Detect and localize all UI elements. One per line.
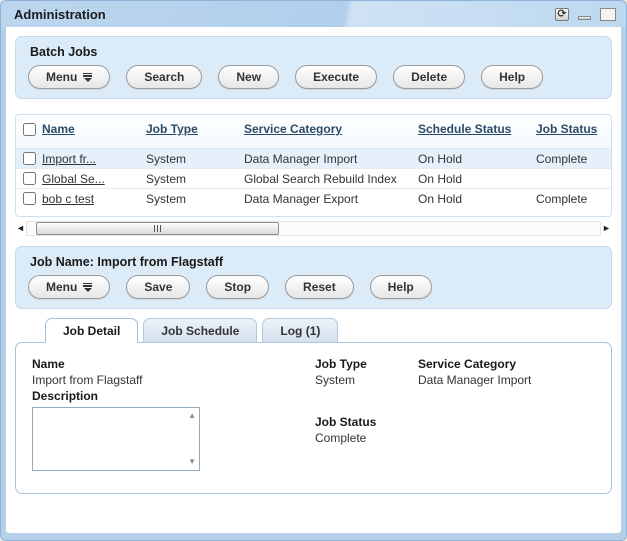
window-controls: ⟳ [555,8,616,21]
job-name-link[interactable]: Global Se... [42,172,105,186]
row-checkbox-cell [16,152,42,165]
job-name-link[interactable]: bob c test [42,192,94,206]
title-bar: Administration ⟳ [1,1,626,27]
job-type-value: System [315,372,418,388]
menu-dropdown-icon [83,283,92,292]
name-value: Import from Flagstaff [32,372,315,388]
scroll-right-arrow-icon[interactable]: ► [601,221,612,236]
service-category-value: Data Manager Import [418,372,595,388]
job-status-value: Complete [315,430,418,446]
batch-jobs-title: Batch Jobs [30,45,599,59]
job-status-cell: Complete [536,192,611,206]
horizontal-scrollbar: ◄ ► [15,221,612,236]
job-name-panel: Job Name: Import from Flagstaff Menu Sav… [15,246,612,309]
row-checkbox-cell [16,192,42,205]
job-status-label: Job Status [315,414,418,430]
tab-job-schedule[interactable]: Job Schedule [143,318,257,343]
scroll-up-arrow-icon[interactable]: ▲ [188,412,196,420]
job-detail-form: Name Import from Flagstaff Description ▲… [32,356,595,471]
help-button[interactable]: Help [481,65,543,89]
service-category-cell: Data Manager Export [244,192,418,206]
detail-tabs: Job Detail Job Schedule Log (1) [15,318,612,342]
service-category-label: Service Category [418,356,595,372]
tab-job-detail[interactable]: Job Detail [45,318,138,343]
menu-dropdown-icon [83,73,92,82]
window-content: Batch Jobs Menu Search New Execute Delet… [6,27,621,533]
name-label: Name [32,356,315,372]
administration-window: Administration ⟳ Batch Jobs Menu Search … [0,0,627,541]
schedule-status-cell: On Hold [418,152,536,166]
form-left-column: Name Import from Flagstaff Description ▲… [32,356,315,471]
new-button[interactable]: New [218,65,279,89]
scroll-left-arrow-icon[interactable]: ◄ [15,221,26,236]
job-name-link[interactable]: Import fr... [42,152,96,166]
column-header-schedule-status[interactable]: Schedule Status [418,122,536,136]
menu-button[interactable]: Menu [28,65,110,89]
row-checkbox[interactable] [23,152,36,165]
table-footer [16,208,611,216]
batch-jobs-panel: Batch Jobs Menu Search New Execute Delet… [15,36,612,99]
column-header-job-status[interactable]: Job Status [536,122,611,136]
delete-button[interactable]: Delete [393,65,465,89]
form-right-column: Service Category Data Manager Import [418,356,595,471]
reset-button[interactable]: Reset [285,275,354,299]
job-type-cell: System [146,192,244,206]
minimize-icon[interactable] [578,16,591,20]
job-detail-card: Name Import from Flagstaff Description ▲… [15,342,612,494]
help-button[interactable]: Help [370,275,432,299]
detach-window-icon[interactable]: ⟳ [555,8,569,21]
form-middle-column: Job Type System Job Status Complete [315,356,418,471]
job-type-cell: System [146,172,244,186]
maximize-icon[interactable] [600,8,616,21]
service-category-cell: Global Search Rebuild Index [244,172,418,186]
table-row[interactable]: Global Se... System Global Search Rebuil… [16,168,611,188]
job-type-cell: System [146,152,244,166]
scrollbar-track[interactable] [26,221,601,236]
menu-button-label: Menu [46,280,77,294]
service-category-cell: Data Manager Import [244,152,418,166]
table-row[interactable]: bob c test System Data Manager Export On… [16,188,611,208]
jobs-table: Name Job Type Service Category Schedule … [15,114,612,217]
row-checkbox[interactable] [23,192,36,205]
column-header-job-type[interactable]: Job Type [146,122,244,136]
row-checkbox-cell [16,172,42,185]
job-status-cell: Complete [536,152,611,166]
job-name-toolbar: Menu Save Stop Reset Help [28,275,599,299]
select-all-checkbox[interactable] [23,123,36,136]
description-label: Description [32,388,315,404]
row-checkbox[interactable] [23,172,36,185]
scroll-down-arrow-icon[interactable]: ▼ [188,458,196,466]
table-row[interactable]: Import fr... System Data Manager Import … [16,148,611,168]
job-name-title: Job Name: Import from Flagstaff [30,255,599,269]
window-title: Administration [14,7,106,22]
column-header-name[interactable]: Name [42,122,146,136]
menu-button[interactable]: Menu [28,275,110,299]
tab-log[interactable]: Log (1) [262,318,338,343]
job-type-label: Job Type [315,356,418,372]
execute-button[interactable]: Execute [295,65,377,89]
select-all-checkbox-cell [16,123,42,136]
scrollbar-thumb[interactable] [36,222,279,235]
search-button[interactable]: Search [126,65,202,89]
save-button[interactable]: Save [126,275,190,299]
jobs-table-header: Name Job Type Service Category Schedule … [16,115,611,148]
batch-jobs-toolbar: Menu Search New Execute Delete Help [28,65,599,89]
schedule-status-cell: On Hold [418,192,536,206]
column-header-service-category[interactable]: Service Category [244,122,418,136]
description-textarea[interactable]: ▲ ▼ [32,407,200,471]
schedule-status-cell: On Hold [418,172,536,186]
menu-button-label: Menu [46,70,77,84]
stop-button[interactable]: Stop [206,275,269,299]
